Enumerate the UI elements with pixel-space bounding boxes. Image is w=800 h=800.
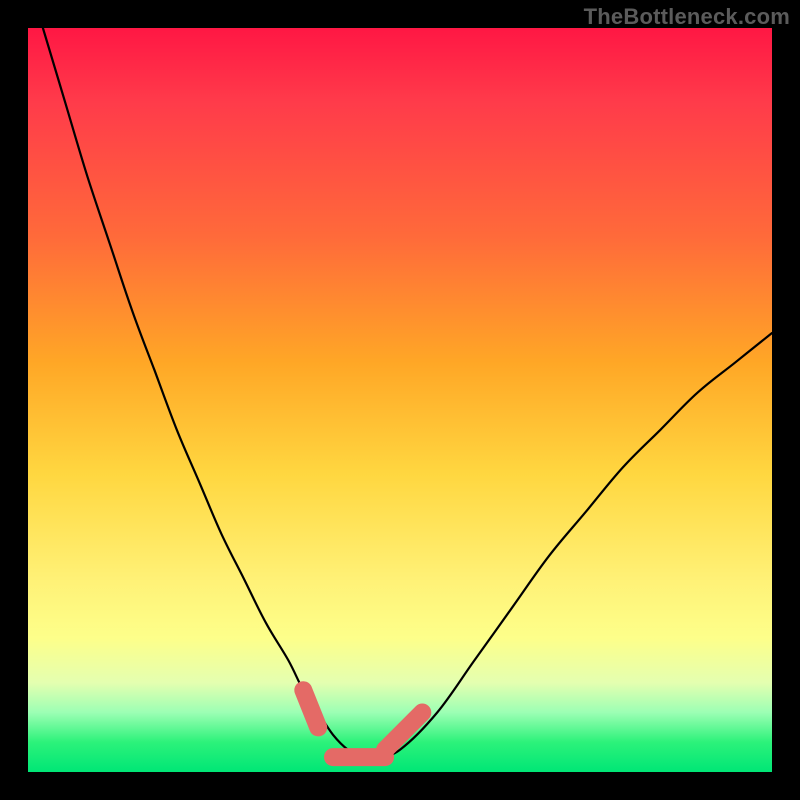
marker-left-dash bbox=[303, 690, 318, 727]
chart-stage: TheBottleneck.com bbox=[0, 0, 800, 800]
bottleneck-curve bbox=[43, 28, 772, 758]
curve-svg bbox=[28, 28, 772, 772]
marker-right-dash bbox=[385, 713, 422, 750]
plot-area bbox=[28, 28, 772, 772]
watermark-text: TheBottleneck.com bbox=[584, 4, 790, 30]
